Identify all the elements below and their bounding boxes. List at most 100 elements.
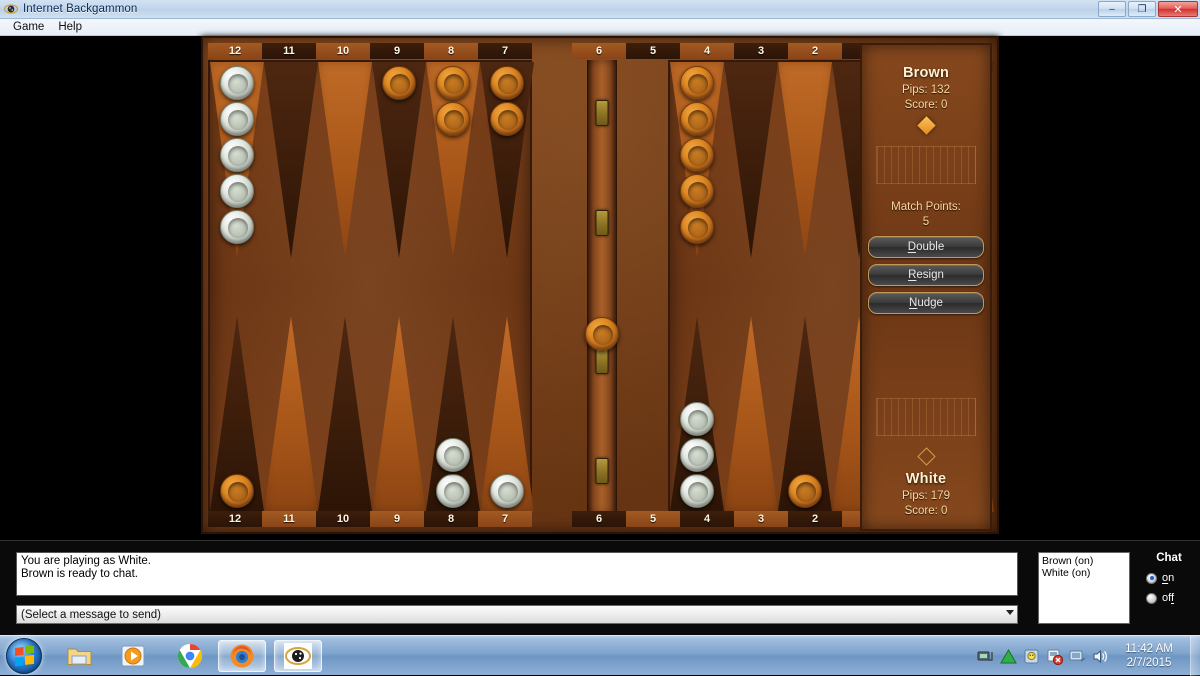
flag-alert-icon[interactable] xyxy=(1046,648,1064,665)
brown-player-name: Brown xyxy=(902,65,950,81)
taskbar-item-backgammon[interactable] xyxy=(274,640,322,672)
checker-brown[interactable] xyxy=(490,66,524,100)
checker-brown[interactable] xyxy=(490,102,524,136)
checker-white[interactable] xyxy=(680,438,714,472)
checker-brown[interactable] xyxy=(436,102,470,136)
point-number-top-2: 2 xyxy=(788,43,842,59)
antivirus-icon[interactable] xyxy=(1023,648,1040,665)
point-bottom-10[interactable] xyxy=(318,316,372,512)
checker-white[interactable] xyxy=(220,138,254,172)
checker-white[interactable] xyxy=(490,474,524,508)
taskbar-item-firefox[interactable] xyxy=(218,640,266,672)
white-bearoff-tray[interactable] xyxy=(876,398,976,436)
taskbar-item-media-player[interactable] xyxy=(110,640,158,672)
checker-brown[interactable] xyxy=(436,66,470,100)
double-button[interactable]: Double xyxy=(868,236,984,258)
window-controls: – ❐ ✕ xyxy=(1098,1,1198,17)
checker-brown[interactable] xyxy=(220,474,254,508)
resign-button[interactable]: Resign xyxy=(868,264,984,286)
board-bar[interactable] xyxy=(532,60,672,514)
point-number-top-4: 4 xyxy=(680,43,734,59)
point-number-bottom-9: 9 xyxy=(370,511,424,527)
point-number-bottom-8: 8 xyxy=(424,511,478,527)
chevron-down-icon[interactable] xyxy=(1006,610,1014,615)
white-player-name: White xyxy=(905,471,947,487)
checker-brown[interactable] xyxy=(680,102,714,136)
checker-brown[interactable] xyxy=(788,474,822,508)
checker-brown[interactable] xyxy=(680,138,714,172)
point-top-11[interactable] xyxy=(264,62,318,258)
chat-toggle-group: Chat on off xyxy=(1140,552,1198,624)
point-top-4[interactable] xyxy=(778,62,832,258)
chat-radio-on[interactable]: on xyxy=(1140,572,1198,584)
point-number-bottom-5: 5 xyxy=(626,511,680,527)
player-list[interactable]: Brown (on) White (on) xyxy=(1038,552,1130,624)
checker-white[interactable] xyxy=(220,102,254,136)
checker-white[interactable] xyxy=(680,402,714,436)
checker-white[interactable] xyxy=(436,438,470,472)
player-list-item[interactable]: Brown (on) xyxy=(1042,555,1126,567)
window-titlebar[interactable]: Internet Backgammon – ❐ ✕ xyxy=(0,0,1200,19)
checker-white[interactable] xyxy=(220,66,254,100)
volume-icon[interactable] xyxy=(1092,648,1109,665)
nudge-button[interactable]: Nudge xyxy=(868,292,984,314)
point-number-bottom-12: 12 xyxy=(208,511,262,527)
point-bottom-11[interactable] xyxy=(264,316,318,512)
taskbar-clock[interactable]: 11:42 AM 2/7/2015 xyxy=(1112,642,1186,670)
taskbar-item-explorer[interactable] xyxy=(56,640,104,672)
chat-log[interactable]: You are playing as White. Brown is ready… xyxy=(16,552,1018,596)
message-select-dropdown[interactable]: (Select a message to send) xyxy=(16,605,1018,624)
monitor-icon[interactable] xyxy=(1069,648,1086,665)
player-list-item[interactable]: White (on) xyxy=(1042,567,1126,579)
media-player-icon xyxy=(121,645,145,667)
checker-white[interactable] xyxy=(220,174,254,208)
menu-item-help[interactable]: Help xyxy=(51,20,89,34)
point-number-bottom-10: 10 xyxy=(316,511,370,527)
checker-white[interactable] xyxy=(436,474,470,508)
checker-brown[interactable] xyxy=(680,210,714,244)
brown-turn-indicator-icon xyxy=(916,116,936,135)
point-number-bottom-4: 4 xyxy=(680,511,734,527)
point-number-bottom-11: 11 xyxy=(262,511,316,527)
start-button[interactable] xyxy=(6,638,42,674)
point-number-top-8: 8 xyxy=(424,43,478,59)
close-button[interactable]: ✕ xyxy=(1158,1,1198,17)
point-top-10[interactable] xyxy=(318,62,372,258)
message-select-value: (Select a message to send) xyxy=(21,609,161,621)
taskbar-item-chrome[interactable] xyxy=(166,640,214,672)
show-desktop-button[interactable] xyxy=(1190,636,1200,676)
network-icon[interactable] xyxy=(977,648,994,665)
bar-gap-top xyxy=(532,43,572,59)
restore-button[interactable]: ❐ xyxy=(1128,1,1156,17)
point-number-bottom-6: 6 xyxy=(572,511,626,527)
point-number-top-5: 5 xyxy=(626,43,680,59)
brown-bearoff-tray[interactable] xyxy=(876,146,976,184)
point-bottom-5[interactable] xyxy=(724,316,778,512)
checker-white[interactable] xyxy=(680,474,714,508)
triangle-icon[interactable] xyxy=(1000,648,1017,665)
bar-spine xyxy=(587,60,617,514)
backgammon-board[interactable]: 12 11 10 9 8 7 6 5 4 3 2 12 11 10 9 8 7 … xyxy=(201,36,999,534)
brown-pips: Pips: 132 xyxy=(902,84,950,96)
point-top-5[interactable] xyxy=(724,62,778,258)
system-tray: 11:42 AM 2/7/2015 xyxy=(974,636,1200,676)
chat-radio-off[interactable]: off xyxy=(1140,592,1198,604)
white-pips: Pips: 179 xyxy=(902,490,950,502)
point-number-top-7: 7 xyxy=(478,43,532,59)
radio-off-icon[interactable] xyxy=(1146,592,1157,604)
minimize-button[interactable]: – xyxy=(1098,1,1126,17)
menu-item-game[interactable]: Game xyxy=(6,20,51,34)
point-number-top-11: 11 xyxy=(262,43,316,59)
hinge-icon xyxy=(595,210,609,236)
bar-checker-brown[interactable] xyxy=(585,317,619,351)
board-half-left xyxy=(208,60,534,514)
chat-log-line: You are playing as White. xyxy=(21,555,151,567)
checker-brown[interactable] xyxy=(382,66,416,100)
checker-brown[interactable] xyxy=(680,174,714,208)
point-bottom-9[interactable] xyxy=(372,316,426,512)
radio-on-icon[interactable] xyxy=(1146,572,1157,584)
point-number-top-12: 12 xyxy=(208,43,262,59)
checker-brown[interactable] xyxy=(680,66,714,100)
checker-white[interactable] xyxy=(220,210,254,244)
match-points-block: Match Points: 5 xyxy=(891,200,961,230)
